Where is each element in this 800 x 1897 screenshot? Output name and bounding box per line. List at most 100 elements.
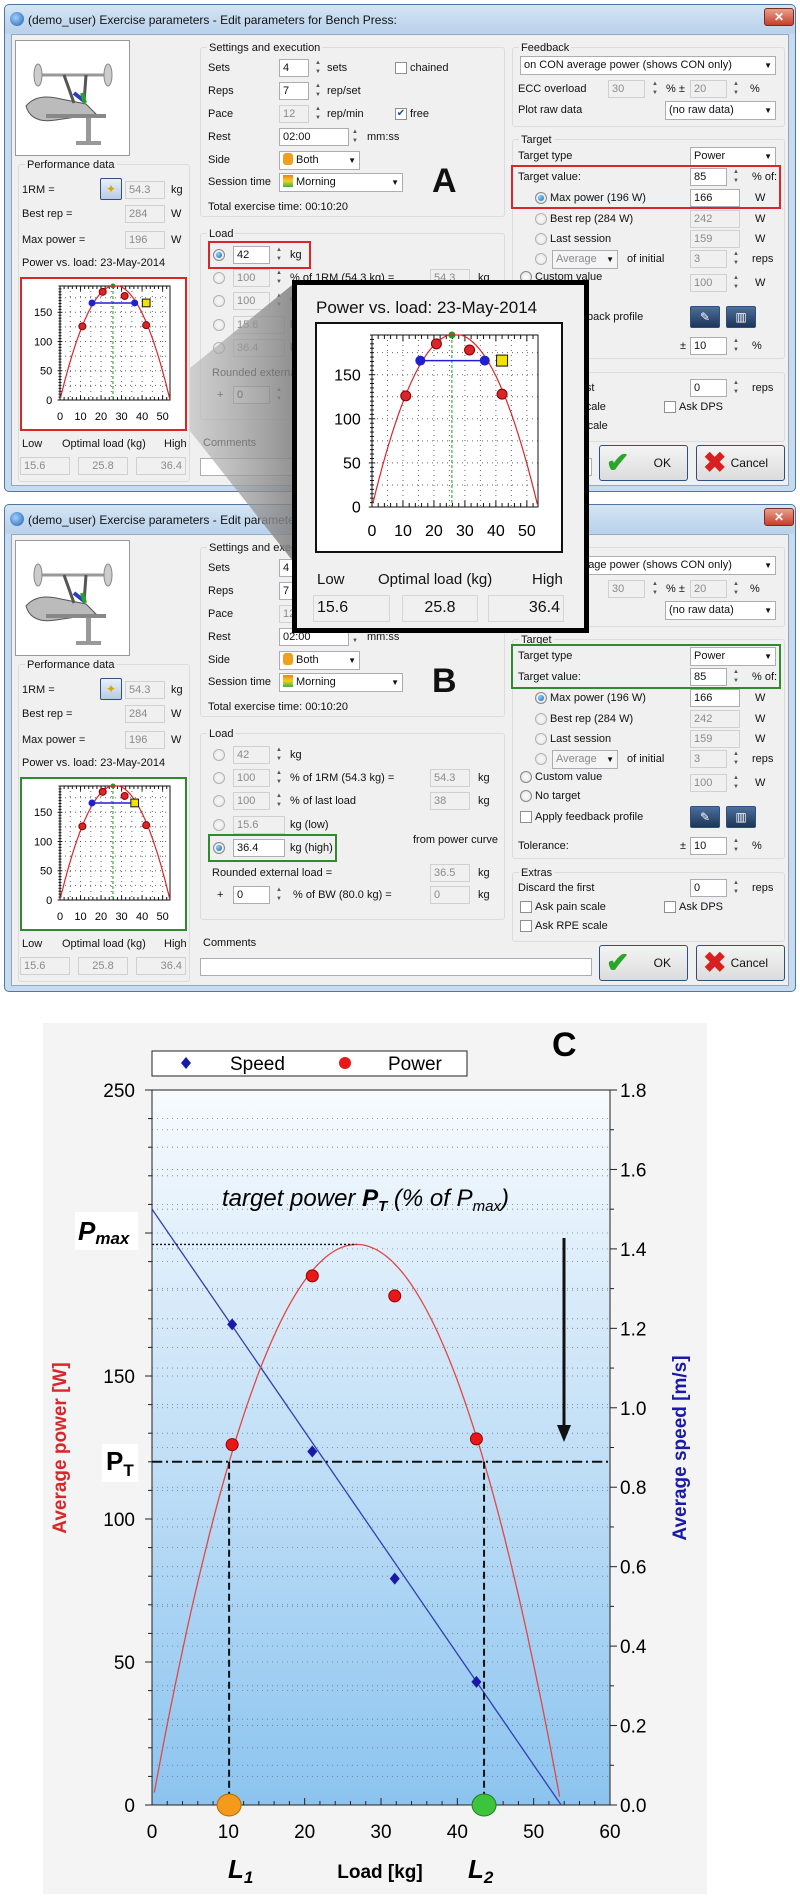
load-option-radio[interactable] bbox=[213, 819, 225, 831]
load-option-field[interactable]: 100 bbox=[233, 792, 270, 810]
spin-down-icon[interactable]: ▼ bbox=[731, 846, 741, 855]
spin-up-icon[interactable]: ▲ bbox=[731, 774, 741, 783]
target-option-radio[interactable] bbox=[535, 733, 547, 745]
target-option-value[interactable]: 159 bbox=[690, 730, 740, 748]
y-tick-label: 250 bbox=[103, 1081, 135, 1102]
bw-result-field[interactable]: 0 bbox=[430, 886, 470, 904]
spin-down-icon[interactable]: ▼ bbox=[274, 895, 284, 904]
spin-up-icon[interactable]: ▲ bbox=[731, 750, 741, 759]
power-point bbox=[98, 787, 107, 796]
initial-reps-field[interactable]: 3 bbox=[690, 750, 727, 768]
ok-button[interactable]: ✔ OK bbox=[599, 945, 688, 981]
bw-spinner[interactable]: ▲▼ bbox=[274, 886, 284, 904]
load-option-unit: % of 1RM (54.3 kg) = bbox=[290, 772, 395, 784]
load-option-field[interactable]: 42 bbox=[233, 746, 270, 764]
load-option-result[interactable]: 38 bbox=[430, 792, 470, 810]
edit-profile-button[interactable]: ✎ bbox=[690, 806, 720, 828]
spin-down-icon[interactable]: ▼ bbox=[731, 888, 741, 897]
power-speed-load-chart: 0 10 20 30 40 50 60 0 50 100 150 250 0.0 0.2 0.4 0.6 0.8… bbox=[50, 1026, 691, 1887]
x-tick-label: 10 bbox=[74, 911, 86, 923]
custom-value-field[interactable]: 100 bbox=[690, 774, 727, 792]
tolerance-label: Tolerance: bbox=[518, 840, 569, 852]
spin-up-icon[interactable]: ▲ bbox=[274, 792, 284, 801]
spin-down-icon[interactable]: ▼ bbox=[274, 778, 284, 787]
tolerance-field[interactable]: 10 bbox=[690, 837, 727, 855]
spin-down-icon[interactable]: ▼ bbox=[274, 755, 284, 764]
pencil-icon: ✎ bbox=[699, 810, 711, 824]
y-tick-label: 50 bbox=[343, 455, 361, 472]
spin-down-icon[interactable]: ▼ bbox=[731, 783, 741, 792]
band-low-marker bbox=[88, 799, 96, 807]
load-option-field-value: 42 bbox=[237, 749, 250, 761]
x-tick-label: 20 bbox=[95, 911, 107, 923]
power-point bbox=[464, 344, 476, 356]
spin-up-icon[interactable]: ▲ bbox=[731, 837, 741, 846]
load-option-radio[interactable] bbox=[213, 795, 225, 807]
average-mode-dropdown[interactable]: Average ▼ bbox=[552, 750, 618, 769]
y2-tick-label: 0.4 bbox=[620, 1637, 647, 1658]
spin-up-icon[interactable]: ▲ bbox=[274, 886, 284, 895]
discard-spinner[interactable]: ▲ ▼ bbox=[731, 879, 741, 897]
bw-percent-field[interactable]: 0 bbox=[233, 886, 270, 904]
initial-reps-spinner[interactable]: ▲ ▼ bbox=[731, 750, 741, 768]
target-option-radio[interactable] bbox=[535, 713, 547, 725]
load-option-result-unit: kg bbox=[478, 795, 490, 807]
tolerance-unit: % bbox=[752, 840, 762, 852]
profile-chart-button[interactable]: ▥ bbox=[726, 806, 756, 828]
cancel-button[interactable]: ✖ Cancel bbox=[696, 945, 785, 981]
x-tick-label: 40 bbox=[487, 523, 505, 540]
x-tick-label: 0 bbox=[368, 523, 377, 540]
average-option-radio[interactable] bbox=[535, 753, 547, 765]
ask-dps-checkbox[interactable] bbox=[664, 901, 676, 913]
load-option-spinner[interactable]: ▲▼ bbox=[274, 746, 284, 764]
spin-up-icon[interactable]: ▲ bbox=[274, 769, 284, 778]
y2-tick-label: 0.6 bbox=[620, 1558, 646, 1579]
discard-unit: reps bbox=[752, 882, 774, 894]
y-tick-label: 150 bbox=[334, 367, 361, 384]
inset-power-load-chart: 0 10 20 30 40 50 0 50 100 150 bbox=[334, 331, 539, 540]
y-tick-label: 50 bbox=[114, 1653, 135, 1674]
spin-down-icon[interactable]: ▼ bbox=[731, 759, 741, 768]
load-option-spinner[interactable]: ▲▼ bbox=[274, 792, 284, 810]
high-label: High bbox=[532, 571, 563, 588]
ask-rpe-scale-label: Ask RPE scale bbox=[535, 920, 608, 932]
x-tick-label: 0 bbox=[57, 911, 63, 923]
load-option-field[interactable]: 100 bbox=[233, 769, 270, 787]
apply-feedback-profile-checkbox[interactable] bbox=[520, 811, 532, 823]
custom-value-radio[interactable] bbox=[520, 771, 532, 783]
tolerance-spinner[interactable]: ▲ ▼ bbox=[731, 837, 741, 855]
max-power-field[interactable]: 196 bbox=[125, 731, 165, 749]
low-load-field[interactable]: 15.6 bbox=[20, 957, 70, 975]
bar-chart-icon: ▥ bbox=[735, 810, 747, 824]
spin-up-icon[interactable]: ▲ bbox=[274, 746, 284, 755]
high-load-field[interactable]: 36.4 bbox=[136, 957, 186, 975]
y-tick-label: 100 bbox=[103, 1510, 135, 1531]
load-option-radio[interactable] bbox=[213, 749, 225, 761]
discard-first-field[interactable]: 0 bbox=[690, 879, 727, 897]
y2-tick-label: 1.8 bbox=[620, 1081, 646, 1102]
low-label: Low bbox=[317, 571, 345, 588]
custom-value-spinner[interactable]: ▲ ▼ bbox=[731, 774, 741, 792]
spin-down-icon[interactable]: ▼ bbox=[274, 801, 284, 810]
load-option-radio[interactable] bbox=[213, 772, 225, 784]
load-option-spinner[interactable]: ▲▼ bbox=[274, 769, 284, 787]
spin-up-icon[interactable]: ▲ bbox=[731, 879, 741, 888]
no-target-radio[interactable] bbox=[520, 790, 532, 802]
y2-tick-label: 1.6 bbox=[620, 1160, 646, 1181]
tolerance-field-value: 10 bbox=[694, 840, 707, 852]
optimal-load-field[interactable]: 25.8 bbox=[78, 957, 128, 975]
bw-result-field-value: 0 bbox=[434, 889, 441, 901]
comments-input[interactable] bbox=[200, 958, 592, 976]
load-option-result[interactable]: 54.3 bbox=[430, 769, 470, 787]
cancel-label: Cancel bbox=[730, 956, 768, 970]
y-tick-label: 100 bbox=[34, 836, 52, 848]
target-option-value[interactable]: 242 bbox=[690, 710, 740, 728]
rounded-load-field[interactable]: 36.5 bbox=[430, 864, 470, 882]
load-group-title: Load bbox=[207, 727, 236, 741]
ask-pain-scale-checkbox[interactable] bbox=[520, 901, 532, 913]
best-rep-field[interactable]: 284 bbox=[125, 705, 165, 723]
power-load-chart-box[interactable]: 0 10 20 30 40 50 0 50 100 150 bbox=[20, 777, 187, 931]
inset-chart-box: 0 10 20 30 40 50 0 50 100 150 bbox=[315, 322, 563, 553]
ask-rpe-scale-checkbox[interactable] bbox=[520, 920, 532, 932]
load-option-field[interactable]: 15.6 bbox=[233, 816, 285, 834]
